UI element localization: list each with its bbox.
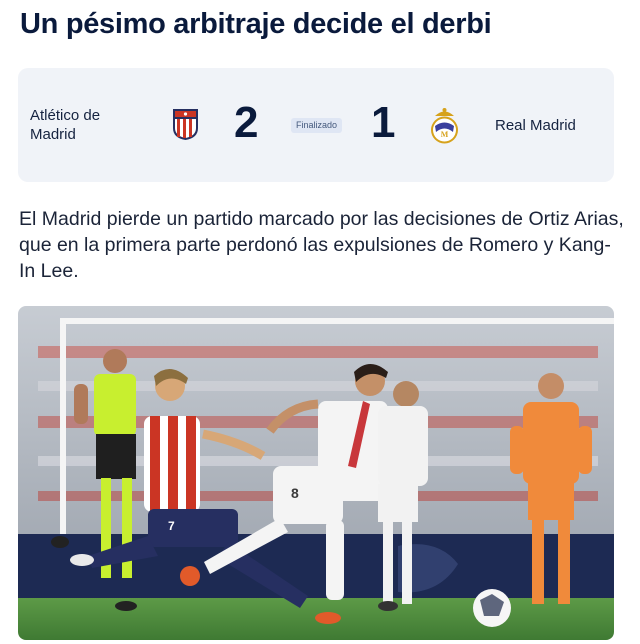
home-team-name[interactable]: Atlético de Madrid [30,106,130,144]
real-madrid-crest-icon[interactable]: M [429,105,460,145]
match-status-badge: Finalizado [291,118,343,133]
svg-text:M: M [441,130,449,139]
away-score: 1 [371,98,396,147]
match-scorecard[interactable]: Atlético de Madrid 2 Finalizado 1 M Real… [18,68,614,182]
atletico-player-number: 7 [168,519,175,533]
article-headline: Un pésimo arbitraje decide el derbi [20,8,492,40]
home-score: 2 [234,98,259,147]
atletico-madrid-crest-icon[interactable] [172,108,199,141]
article-summary: El Madrid pierde un partido marcado por … [19,208,624,282]
real-madrid-player-number: 8 [291,485,299,501]
away-team-name[interactable]: Real Madrid [495,116,605,135]
match-photo[interactable]: 7 8 [18,306,614,640]
